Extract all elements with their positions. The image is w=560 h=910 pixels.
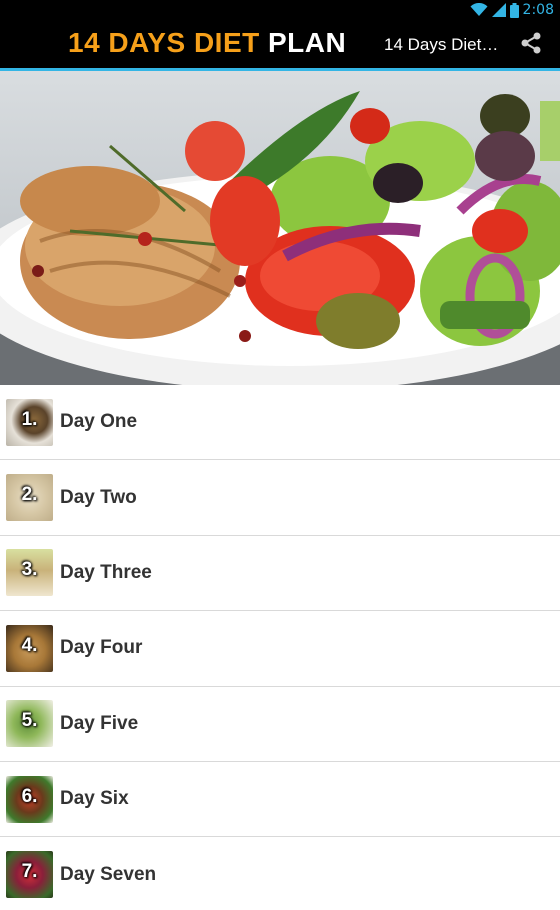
action-bar-title: 14 Days Diet… <box>384 35 499 54</box>
hero-image <box>0 71 560 385</box>
day-number: 1. <box>21 408 38 430</box>
signal-icon <box>491 3 506 17</box>
list-item-day-7[interactable]: 7. Day Seven <box>0 837 560 910</box>
day-label: Day Six <box>60 788 129 810</box>
list-item-day-6[interactable]: 6. Day Six <box>0 762 560 838</box>
list-item-day-5[interactable]: 5. Day Five <box>0 687 560 762</box>
day-number: 4. <box>21 634 38 656</box>
app-logo: 14 DAYS DIET PLAN <box>68 27 346 59</box>
logo-part-days: 14 DAYS <box>68 27 194 58</box>
logo-part-diet: DIET <box>193 27 260 58</box>
day-thumbnail: 3. <box>6 549 53 597</box>
day-number: 3. <box>21 559 38 581</box>
day-label: Day Three <box>60 561 152 583</box>
day-thumbnail: 7. <box>6 851 53 899</box>
day-list: 1. Day One 2. Day Two 3. Day Three 4. Da… <box>0 385 560 910</box>
share-icon <box>519 31 543 60</box>
day-label: Day Seven <box>60 863 157 885</box>
day-thumbnail: 2. <box>6 474 53 522</box>
status-icons: 2:08 <box>470 0 554 20</box>
list-item-day-4[interactable]: 4. Day Four <box>0 611 560 687</box>
action-bar: 14 DAYS DIET PLAN 14 Days Diet… <box>0 20 560 68</box>
day-number: 6. <box>21 785 38 807</box>
day-number: 5. <box>21 710 38 732</box>
share-button[interactable] <box>516 30 546 60</box>
day-number: 2. <box>21 484 38 506</box>
logo-part-plan: PLAN <box>259 27 347 58</box>
status-bar: 2:08 <box>0 0 560 20</box>
day-label: Day One <box>60 411 138 433</box>
day-thumbnail: 1. <box>6 398 53 446</box>
day-number: 7. <box>21 861 38 883</box>
day-thumbnail: 4. <box>6 624 53 672</box>
status-time: 2:08 <box>522 2 554 18</box>
day-label: Day Four <box>60 637 143 659</box>
day-thumbnail: 5. <box>6 700 53 748</box>
list-item-day-3[interactable]: 3. Day Three <box>0 536 560 612</box>
list-item-day-1[interactable]: 1. Day One <box>0 385 560 461</box>
day-thumbnail: 6. <box>6 775 53 823</box>
day-label: Day Five <box>60 712 139 734</box>
list-item-day-2[interactable]: 2. Day Two <box>0 460 560 536</box>
wifi-icon <box>470 3 488 17</box>
day-label: Day Two <box>60 486 137 508</box>
battery-icon <box>509 2 519 18</box>
